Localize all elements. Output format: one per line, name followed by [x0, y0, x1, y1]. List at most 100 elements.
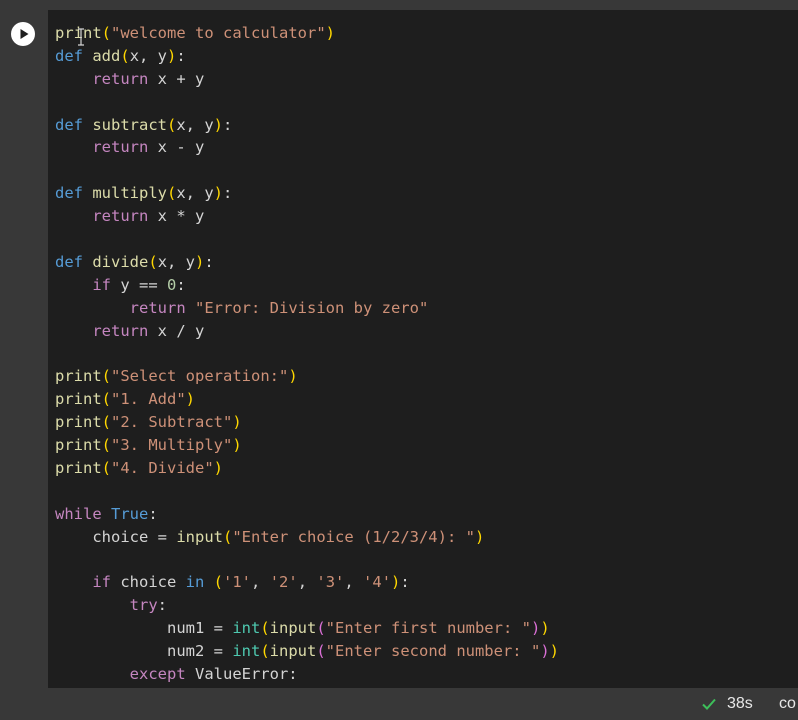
code-token: ( — [223, 527, 233, 546]
code-token: ( — [101, 458, 112, 477]
code-token: input — [176, 527, 223, 546]
code-token: int — [232, 619, 261, 638]
code-token: , — [297, 573, 317, 592]
code-line: return x - y — [55, 136, 559, 159]
code-token: ( — [316, 642, 326, 661]
code-line: return x / y — [55, 320, 559, 343]
code-token: ValueError: — [185, 664, 298, 683]
code-token: num1 = — [55, 619, 233, 638]
code-token: ( — [101, 367, 112, 386]
code-token: ) — [325, 24, 335, 42]
code-token: True — [111, 504, 149, 523]
code-token: int — [232, 642, 261, 661]
code-token: multiply — [92, 184, 167, 203]
code-token: while — [55, 504, 102, 523]
code-token: return — [92, 138, 149, 157]
code-token: ) — [232, 413, 242, 432]
code-token: : — [176, 46, 186, 65]
play-icon — [20, 29, 29, 39]
code-token: return — [92, 321, 149, 340]
code-line: def multiply(x, y): — [55, 182, 559, 205]
code-token: y == — [111, 275, 167, 294]
code-token: return — [129, 298, 186, 317]
code-token: ( — [213, 573, 224, 592]
code-token: ( — [167, 184, 177, 203]
code-line: num1 = int(input("Enter first number: ")… — [55, 617, 559, 640]
code-line: print("1. Add") — [55, 388, 559, 411]
code-token: ) — [185, 390, 196, 409]
code-token: ( — [148, 252, 158, 271]
code-token: ( — [260, 642, 270, 661]
top-strip — [0, 0, 798, 10]
code-line: print("2. Subtract") — [55, 411, 559, 434]
code-token: "Enter first number: " — [325, 619, 531, 638]
code-token: ( — [120, 46, 130, 65]
code-line: return "Error: Division by zero" — [55, 297, 559, 320]
code-token: input — [269, 619, 317, 638]
code-token: "Enter second number: " — [325, 642, 541, 661]
code-token: "4. Divide" — [111, 458, 214, 477]
code-token: ) — [288, 367, 298, 386]
code-token: ( — [101, 436, 112, 455]
code-token: subtract — [92, 115, 167, 134]
code-token: ( — [260, 619, 270, 638]
code-token: divide — [92, 252, 149, 271]
code-token: num2 = — [55, 642, 233, 661]
code-token: ( — [167, 115, 177, 134]
code-editor[interactable]: print("welcome to calculator") def add(x,… — [48, 10, 798, 688]
code-line: return x * y — [55, 205, 559, 228]
code-token: choice — [111, 573, 186, 592]
code-token: ) — [213, 115, 224, 134]
code-line: print("welcome to calculator") — [55, 22, 559, 45]
code-token: def — [55, 184, 83, 203]
code-lines: print("welcome to calculator") def add(x,… — [55, 22, 559, 686]
code-token: "Error: Division by zero" — [195, 298, 429, 317]
code-token: "1. Add" — [111, 390, 186, 409]
code-token: : — [148, 504, 158, 523]
code-token: ) — [540, 642, 550, 661]
code-line: print("Select operation:") — [55, 365, 559, 388]
notebook-window: print("welcome to calculator") def add(x,… — [0, 0, 798, 720]
run-cell-button[interactable] — [11, 22, 35, 46]
code-line: return x + y — [55, 68, 559, 91]
code-token: ) — [391, 573, 401, 592]
code-line: print("3. Multiply") — [55, 434, 559, 457]
code-token: x, y — [129, 46, 168, 65]
code-token: x + y — [148, 69, 205, 88]
code-token: def — [55, 115, 83, 134]
code-token: if — [92, 573, 111, 592]
code-token: x, y — [157, 252, 196, 271]
code-token: choice = — [55, 527, 177, 546]
code-token: : — [223, 184, 233, 203]
code-token: x - y — [148, 138, 205, 157]
code-line: if choice in ('1', '2', '3', '4'): — [55, 571, 559, 594]
code-token: x, y — [176, 115, 214, 134]
code-line: def add(x, y): — [55, 45, 559, 68]
code-token: : — [204, 252, 214, 271]
code-token: def — [55, 46, 83, 65]
code-token: input — [269, 642, 317, 661]
code-token: ( — [101, 390, 112, 409]
code-token: ( — [316, 619, 326, 638]
cell-gutter — [0, 10, 48, 688]
code-token: : — [400, 573, 410, 592]
code-line: print("4. Divide") — [55, 457, 559, 480]
code-token: ) — [167, 46, 177, 65]
